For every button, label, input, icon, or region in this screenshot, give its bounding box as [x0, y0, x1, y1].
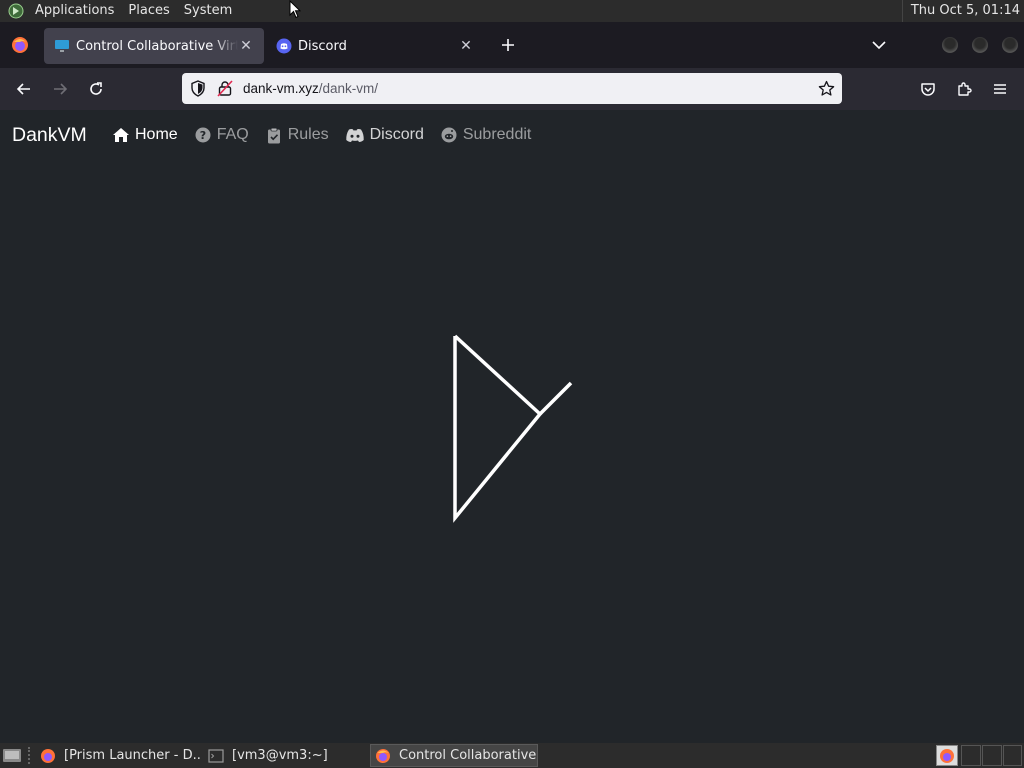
reload-button[interactable]: [82, 75, 110, 103]
extensions-icon[interactable]: [950, 75, 978, 103]
home-icon: [112, 126, 130, 144]
shield-icon[interactable]: [190, 80, 207, 97]
taskbar-separator: [28, 747, 30, 764]
bottom-taskbar: [Prism Launcher - D... [vm3@vm3:~] Contr…: [0, 743, 1024, 768]
url-bar[interactable]: dank-vm.xyz/dank-vm/: [182, 73, 842, 104]
menu-system[interactable]: System: [177, 0, 239, 22]
task-prism-launcher[interactable]: [Prism Launcher - D...: [36, 744, 200, 767]
task-firefox[interactable]: Control Collaborative...: [370, 744, 538, 767]
tab-strip: Control Collaborative Virtual Machines ✕…: [0, 22, 1024, 68]
site-brand[interactable]: DankVM: [12, 124, 87, 147]
nav-faq[interactable]: ? FAQ: [194, 126, 249, 144]
workspace-1[interactable]: [961, 745, 981, 766]
nav-discord[interactable]: Discord: [345, 126, 424, 144]
new-tab-button[interactable]: [492, 29, 524, 61]
nav-rules[interactable]: Rules: [265, 126, 329, 144]
nav-subreddit[interactable]: Subreddit: [440, 126, 532, 144]
chevron-down-icon[interactable]: [866, 32, 892, 58]
task-label: [vm3@vm3:~]: [232, 748, 328, 763]
nav-subreddit-label: Subreddit: [462, 126, 532, 143]
vm-loading-graphic[interactable]: [440, 330, 580, 530]
firefox-tray-icon[interactable]: [936, 745, 958, 766]
back-button[interactable]: [10, 75, 38, 103]
star-icon[interactable]: [818, 80, 835, 97]
minimize-button[interactable]: [942, 37, 958, 53]
prism-launcher-icon: [40, 748, 56, 764]
site-navbar: DankVM Home ? FAQ Rules Discord Subreddi…: [0, 110, 1024, 164]
tab-title: Discord: [298, 38, 347, 54]
firefox-icon: [375, 748, 391, 764]
task-label: [Prism Launcher - D...: [64, 748, 200, 763]
panel-clock[interactable]: Thu Oct 5, 01:14: [901, 0, 1020, 22]
tab-control-collaborative[interactable]: Control Collaborative Virtual Machines ✕: [44, 28, 264, 64]
svg-text:?: ?: [199, 129, 205, 142]
gnome-foot-icon[interactable]: [6, 1, 26, 21]
nav-home[interactable]: Home: [112, 126, 178, 144]
show-desktop-icon[interactable]: [2, 747, 22, 764]
task-label: Control Collaborative...: [399, 748, 538, 763]
forward-button[interactable]: [46, 75, 74, 103]
maximize-button[interactable]: [972, 37, 988, 53]
task-terminal[interactable]: [vm3@vm3:~]: [204, 744, 364, 767]
insecure-lock-icon[interactable]: [217, 80, 234, 97]
nav-home-label: Home: [135, 126, 178, 143]
site-nav-links: Home ? FAQ Rules Discord Subreddit: [112, 126, 547, 144]
panel-menus: Applications Places System: [28, 0, 239, 22]
page-content: DankVM Home ? FAQ Rules Discord Subreddi…: [0, 110, 1024, 743]
question-circle-icon: ?: [194, 126, 212, 144]
menu-applications[interactable]: Applications: [28, 0, 121, 22]
nav-discord-label: Discord: [369, 126, 424, 143]
navigation-toolbar: dank-vm.xyz/dank-vm/: [0, 68, 1024, 110]
close-icon[interactable]: ✕: [238, 38, 254, 54]
close-icon[interactable]: ✕: [458, 38, 474, 54]
tab-discord[interactable]: Discord ✕: [266, 28, 484, 64]
nav-rules-label: Rules: [287, 126, 329, 143]
workspace-3[interactable]: [1003, 745, 1022, 766]
tab-title: Control Collaborative Virtual Machines: [76, 38, 238, 54]
pocket-icon[interactable]: [914, 75, 942, 103]
monitor-icon: [54, 38, 70, 54]
clipboard-check-icon: [265, 126, 283, 144]
menu-places[interactable]: Places: [121, 0, 176, 22]
firefox-view-icon[interactable]: [0, 22, 40, 68]
terminal-icon: [208, 748, 224, 764]
top-panel: Applications Places System Thu Oct 5, 01…: [0, 0, 1024, 22]
discord-icon: [276, 38, 292, 54]
url-text[interactable]: dank-vm.xyz/dank-vm/: [243, 73, 378, 104]
reddit-icon: [440, 126, 458, 144]
url-host: dank-vm.xyz: [243, 81, 319, 96]
mouse-pointer-icon: [289, 0, 302, 23]
nav-faq-label: FAQ: [216, 126, 249, 143]
workspace-2[interactable]: [982, 745, 1002, 766]
hamburger-menu-icon[interactable]: [986, 75, 1014, 103]
window-close-button[interactable]: [1002, 37, 1018, 53]
discord-icon: [345, 126, 365, 144]
url-path: /dank-vm/: [318, 81, 379, 96]
